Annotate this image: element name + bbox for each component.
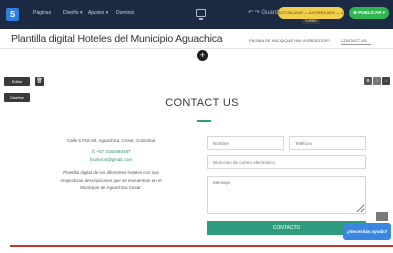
nav-active-underline bbox=[341, 44, 371, 45]
trash-icon[interactable]: 🗑 bbox=[35, 77, 44, 86]
app-logo[interactable]: S bbox=[6, 8, 19, 21]
heading-accent-rule bbox=[197, 120, 211, 122]
upgrade-tag: TURBO bbox=[302, 19, 320, 24]
email-link[interactable]: hsoforos@gmail.com bbox=[56, 157, 166, 162]
menu-domain[interactable]: Dominio bbox=[116, 10, 134, 16]
site-title[interactable]: Plantilla digital Hoteles del Municipio … bbox=[11, 33, 223, 45]
name-field[interactable] bbox=[207, 136, 284, 150]
screen: S Páginas Diseño ▾ Ajustes ▾ Dominio ↶ ↷… bbox=[0, 0, 393, 253]
menu-settings[interactable]: Ajustes ▾ bbox=[88, 10, 108, 16]
section-bottom-border bbox=[10, 245, 393, 247]
section-heading: CONTACT US bbox=[165, 97, 239, 109]
design-section-button[interactable]: Diseñar bbox=[4, 93, 30, 102]
email-field[interactable] bbox=[207, 155, 366, 169]
site-header: Plantilla digital Hoteles del Municipio … bbox=[0, 29, 393, 49]
menu-pages[interactable]: Páginas bbox=[33, 10, 51, 16]
scroll-handle[interactable] bbox=[376, 212, 388, 221]
editor-toolbar: S Páginas Diseño ▾ Ajustes ▾ Dominio ↶ ↷… bbox=[0, 0, 393, 29]
nav-home[interactable]: PÁGINA DE INICIO bbox=[249, 38, 284, 43]
header-divider bbox=[0, 48, 393, 49]
publish-button[interactable]: ⊕ PUBLICAR ▾ bbox=[349, 7, 389, 19]
nav-contact[interactable]: CONTACT US bbox=[341, 38, 367, 43]
upgrade-button[interactable]: ACTUALIZAR — AHORRA 60% — 449 bbox=[278, 7, 344, 19]
address-text: Calle 5 #16-28, Aguachica, Cesar, Colomb… bbox=[66, 138, 156, 143]
device-preview-icon[interactable] bbox=[196, 9, 206, 20]
nav-around[interactable]: ¿QUÉ HAY ALREDEDOR? bbox=[282, 38, 330, 43]
message-field[interactable] bbox=[207, 176, 366, 214]
settings-icon[interactable]: ⚙ bbox=[364, 77, 372, 85]
add-section-button[interactable]: + bbox=[197, 50, 208, 61]
description-text: Plantilla digital de los diferentes hote… bbox=[60, 170, 162, 190]
menu-design[interactable]: Diseño ▾ bbox=[63, 10, 82, 16]
help-button[interactable]: ¿Necesitás ayuda? bbox=[343, 223, 391, 240]
phone-field[interactable] bbox=[289, 136, 366, 150]
move-down-icon[interactable]: ↓ bbox=[382, 77, 390, 85]
phone-link[interactable]: ✆ +57 3183484487 bbox=[56, 149, 166, 155]
edit-section-button[interactable]: Editar bbox=[4, 77, 30, 86]
move-up-icon[interactable]: ↑ bbox=[373, 77, 381, 85]
